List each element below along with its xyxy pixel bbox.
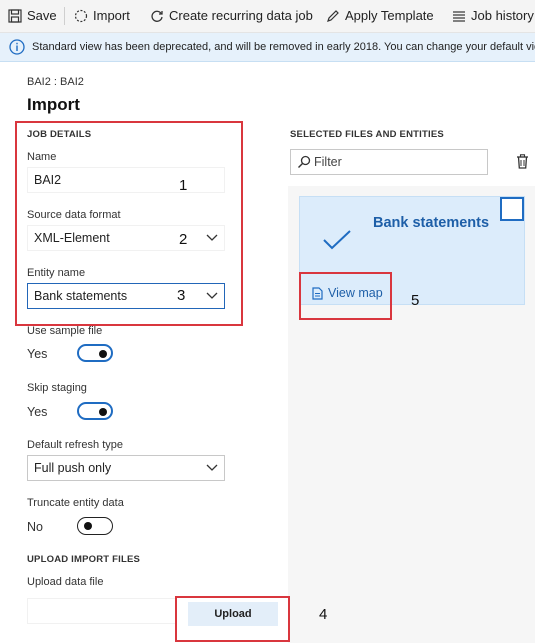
upload-file-input[interactable] xyxy=(27,598,177,624)
breadcrumb: BAI2 : BAI2 xyxy=(27,76,84,88)
recurring-icon xyxy=(151,10,163,22)
annotation-number-2: 2 xyxy=(179,231,188,248)
highlight-job-details xyxy=(15,121,243,326)
default-refresh-type-select[interactable]: Full push only xyxy=(27,455,225,481)
truncate-entity-data-toggle[interactable] xyxy=(77,517,113,535)
save-button[interactable]: Save xyxy=(8,0,57,32)
template-label: Apply Template xyxy=(345,8,434,23)
upload-import-files-heading: UPLOAD IMPORT FILES xyxy=(27,554,141,565)
chevron-down-icon xyxy=(206,464,218,471)
import-label: Import xyxy=(93,8,130,23)
upload-data-file-label: Upload data file xyxy=(27,576,104,588)
filter-placeholder: Filter xyxy=(314,155,342,169)
page-title: Import xyxy=(27,95,80,114)
annotation-number-3: 3 xyxy=(177,287,186,304)
info-icon xyxy=(9,39,25,55)
annotation-number-4: 4 xyxy=(319,606,328,623)
truncate-entity-data-label: Truncate entity data xyxy=(27,497,124,509)
use-sample-file-label: Use sample file xyxy=(27,325,103,337)
save-label: Save xyxy=(27,8,57,23)
toggle-knob xyxy=(84,522,92,530)
banner-message: Standard view has been deprecated, and w… xyxy=(32,41,535,53)
recurring-label: Create recurring data job xyxy=(169,8,313,23)
toggle-knob xyxy=(99,408,107,416)
default-refresh-type-value: Full push only xyxy=(34,461,112,475)
job-history-button[interactable]: Job history xyxy=(452,0,534,32)
filter-input[interactable]: Filter xyxy=(290,149,488,175)
annotation-number-1: 1 xyxy=(179,177,188,194)
selected-files-heading: SELECTED FILES AND ENTITIES xyxy=(290,129,444,140)
search-icon xyxy=(298,155,311,168)
entity-card-title: Bank statements xyxy=(373,215,490,231)
highlight-view-map xyxy=(299,272,392,320)
highlight-upload xyxy=(175,596,290,642)
action-toolbar: Save Import Create recurring data job Ap… xyxy=(0,0,535,33)
apply-template-button[interactable]: Apply Template xyxy=(326,0,434,32)
default-refresh-type-label: Default refresh type xyxy=(27,439,123,451)
truncate-entity-data-value: No xyxy=(27,520,43,534)
trash-icon[interactable] xyxy=(516,154,529,169)
pencil-icon xyxy=(327,10,339,22)
use-sample-file-toggle[interactable] xyxy=(77,344,113,362)
create-recurring-job-button[interactable]: Create recurring data job xyxy=(150,0,313,32)
entity-card-checkbox[interactable] xyxy=(500,197,524,221)
list-icon xyxy=(453,11,465,22)
save-icon xyxy=(8,9,22,23)
import-icon xyxy=(74,9,88,23)
deprecation-banner: Standard view has been deprecated, and w… xyxy=(0,33,535,62)
skip-staging-value: Yes xyxy=(27,405,48,419)
annotation-number-5: 5 xyxy=(411,292,420,309)
use-sample-file-value: Yes xyxy=(27,347,48,361)
toggle-knob xyxy=(99,350,107,358)
skip-staging-label: Skip staging xyxy=(27,382,87,394)
import-button[interactable]: Import xyxy=(74,0,130,32)
checkmark-icon xyxy=(323,230,351,250)
toolbar-separator xyxy=(64,7,65,25)
history-label: Job history xyxy=(471,8,534,23)
skip-staging-toggle[interactable] xyxy=(77,402,113,420)
